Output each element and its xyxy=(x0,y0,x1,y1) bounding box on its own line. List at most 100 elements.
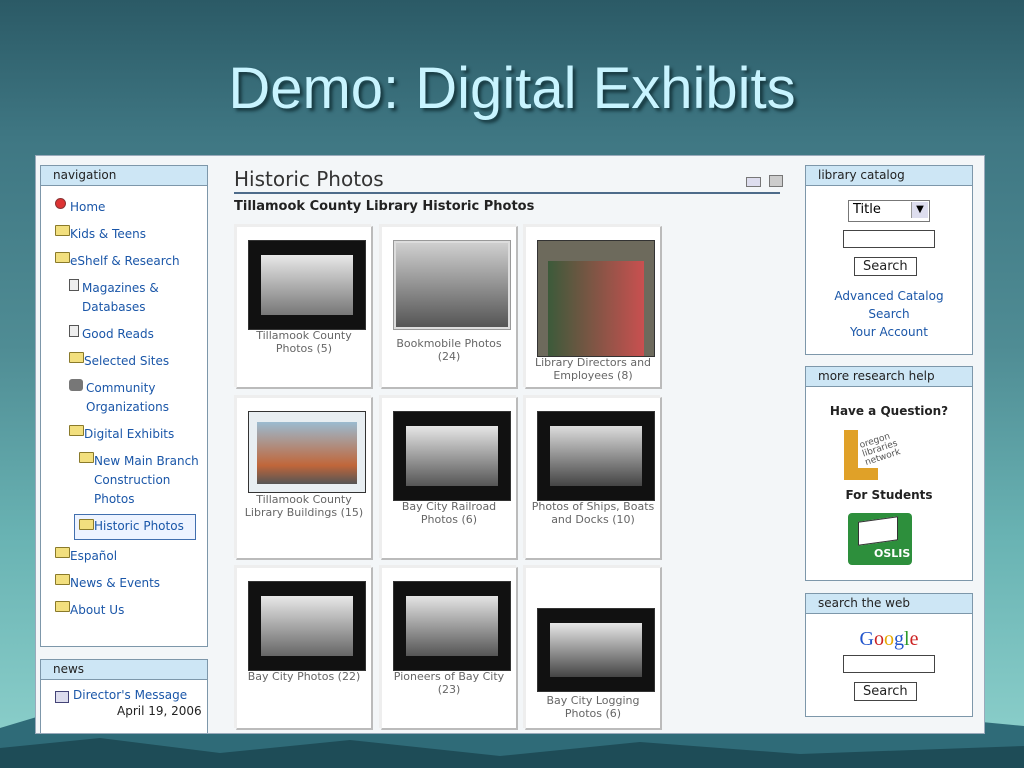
nav-item-community[interactable]: Community Organizations xyxy=(69,375,207,421)
photo-thumbnail xyxy=(393,411,511,501)
gallery-tile[interactable]: Bookmobile Photos (24) xyxy=(381,226,518,389)
photo-thumbnail xyxy=(248,411,366,493)
news-panel: news Director's Message April 19, 2006 xyxy=(40,659,208,733)
gallery-tile[interactable]: Bay City Railroad Photos (6) xyxy=(381,397,518,560)
search-web-heading: search the web xyxy=(806,594,972,614)
tile-caption: Tillamook County Photos (5) xyxy=(256,329,352,355)
nav-item-news-events[interactable]: News & Events xyxy=(55,570,207,597)
nav-label: Español xyxy=(70,549,118,563)
news-date: April 19, 2006 xyxy=(117,704,202,718)
gallery-tile[interactable]: Bay City Logging Photos (6) xyxy=(525,567,662,730)
nav-item-kids-teens[interactable]: Kids & Teens xyxy=(55,221,207,248)
gallery-tile[interactable]: Tillamook County Photos (5) xyxy=(236,226,373,389)
oregon-libraries-network-logo[interactable]: oregon libraries network xyxy=(844,430,912,482)
document-icon xyxy=(69,279,79,291)
nav-label: Digital Exhibits xyxy=(84,427,175,441)
news-item-directors-message[interactable]: Director's Message xyxy=(41,680,207,703)
nav-item-home[interactable]: Home xyxy=(55,194,207,221)
navigation-heading: navigation xyxy=(41,166,207,186)
nav-label-line2: Construction xyxy=(94,473,171,487)
catalog-search-input[interactable] xyxy=(843,230,935,248)
gallery-tile[interactable]: Photos of Ships, Boats and Docks (10) xyxy=(525,397,662,560)
gallery-tile[interactable]: Library Directors and Employees (8) xyxy=(525,226,662,389)
nav-label: eShelf & Research xyxy=(70,254,180,268)
gallery-tile[interactable]: Tillamook County Library Buildings (15) xyxy=(236,397,373,560)
tile-caption: Bay City Logging Photos (6) xyxy=(546,694,640,720)
nav-label-line2: Databases xyxy=(82,300,146,314)
oslis-logo[interactable]: OSLIS xyxy=(848,513,912,565)
email-icon[interactable] xyxy=(746,177,761,187)
nav-label: New Main Branch xyxy=(94,454,199,468)
advanced-link-line1: Advanced Catalog xyxy=(834,289,944,303)
gallery-tile[interactable]: Bay City Photos (22) xyxy=(236,567,373,730)
nav-item-new-main-branch[interactable]: New Main Branch Construction Photos xyxy=(79,448,207,514)
gallery-tile[interactable]: Pioneers of Bay City (23) xyxy=(381,567,518,730)
for-students-label: For Students xyxy=(845,488,933,502)
nav-label-line3: Photos xyxy=(94,492,135,506)
folder-icon xyxy=(55,547,70,558)
newspaper-icon xyxy=(55,691,69,703)
tile-caption: Bay City Photos (22) xyxy=(247,670,361,683)
folder-icon xyxy=(79,519,94,530)
news-heading: news xyxy=(41,660,207,680)
search-web-panel: search the web Google Search xyxy=(805,593,973,717)
tile-caption: Tillamook County Library Buildings (15) xyxy=(244,493,364,519)
photo-thumbnail xyxy=(537,240,655,357)
nav-label: Selected Sites xyxy=(84,354,170,368)
globe-icon xyxy=(55,198,66,209)
photo-thumbnail xyxy=(248,581,366,671)
browser-screenshot: navigation Home Kids & Teens eShelf & Re… xyxy=(35,155,985,734)
folder-icon xyxy=(69,425,84,436)
folder-icon xyxy=(69,352,84,363)
tile-caption: Bookmobile Photos (24) xyxy=(396,337,502,363)
catalog-search-button[interactable]: Search xyxy=(854,257,917,276)
library-catalog-panel: library catalog Title ▼ Search Advanced … xyxy=(805,165,973,355)
nav-item-good-reads[interactable]: Good Reads xyxy=(69,321,207,348)
nav-item-espanol[interactable]: Español xyxy=(55,543,207,570)
tile-caption: Photos of Ships, Boats and Docks (10) xyxy=(531,500,655,526)
research-help-heading: more research help xyxy=(806,367,972,387)
web-search-input[interactable] xyxy=(843,655,935,673)
nav-item-eshelf[interactable]: eShelf & Research xyxy=(55,248,207,275)
page-title: Historic Photos xyxy=(234,167,780,194)
photo-thumbnail xyxy=(248,240,366,330)
folder-icon xyxy=(79,452,94,463)
nav-item-magazines[interactable]: Magazines & Databases xyxy=(69,275,207,321)
nav-item-about-us[interactable]: About Us xyxy=(55,597,207,624)
photo-thumbnail xyxy=(393,240,511,330)
tile-caption: Library Directors and Employees (8) xyxy=(534,356,652,382)
page-actions xyxy=(746,175,783,190)
nav-item-historic-photos[interactable]: Historic Photos xyxy=(74,514,196,540)
library-catalog-heading: library catalog xyxy=(806,166,972,186)
chevron-down-icon: ▼ xyxy=(911,202,928,218)
navigation-panel: navigation Home Kids & Teens eShelf & Re… xyxy=(40,165,208,647)
advanced-catalog-search-link[interactable]: Advanced Catalog Search xyxy=(806,287,972,323)
google-logo: Google xyxy=(859,628,919,650)
nav-label: Good Reads xyxy=(82,327,154,341)
tile-caption: Pioneers of Bay City (23) xyxy=(393,670,505,696)
catalog-search-type-select[interactable]: Title ▼ xyxy=(848,200,930,222)
photo-thumbnail xyxy=(393,581,511,671)
nav-label: Community xyxy=(86,381,156,395)
advanced-link-line2: Search xyxy=(868,307,910,321)
print-icon[interactable] xyxy=(768,175,783,187)
folder-icon xyxy=(55,252,70,263)
page-subtitle: Tillamook County Library Historic Photos xyxy=(234,199,535,214)
nav-item-digital-exhibits[interactable]: Digital Exhibits xyxy=(69,421,207,448)
news-item-label: Director's Message xyxy=(73,688,188,702)
folder-icon xyxy=(55,574,70,585)
nav-item-selected-sites[interactable]: Selected Sites xyxy=(69,348,207,375)
nav-label: Kids & Teens xyxy=(70,227,146,241)
nav-label: Historic Photos xyxy=(94,519,184,533)
web-search-button[interactable]: Search xyxy=(854,682,917,701)
your-account-link[interactable]: Your Account xyxy=(806,323,972,341)
tile-caption: Bay City Railroad Photos (6) xyxy=(401,500,497,526)
nav-label-line2: Organizations xyxy=(86,400,169,414)
nav-label: Home xyxy=(70,200,106,214)
photo-thumbnail xyxy=(537,411,655,501)
slide-title: Demo: Digital Exhibits xyxy=(228,56,796,121)
people-icon xyxy=(69,379,83,391)
folder-icon xyxy=(55,225,70,236)
document-icon xyxy=(69,325,79,337)
nav-label: Magazines & xyxy=(82,281,159,295)
